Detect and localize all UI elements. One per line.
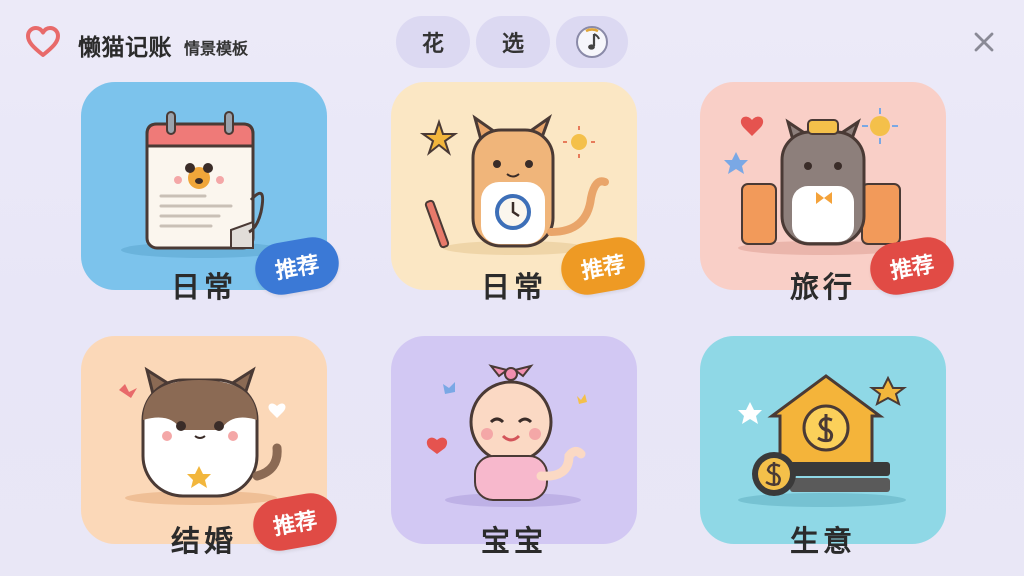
card-label: 日常 [480,270,547,304]
card-label: 结婚 [170,524,237,558]
select-button-label: 选 [501,32,524,57]
card-label: 日常 [170,270,237,304]
card-label: 生意 [789,524,856,558]
flower-button-label: 花 [421,32,444,57]
header: 懒猫记账 情景模板 花 选 [0,0,1024,80]
close-icon[interactable] [970,28,998,56]
select-button[interactable]: 选 [476,16,550,68]
money-house-illustration-icon [738,374,907,507]
music-note-icon [576,26,608,58]
template-card-daily-2[interactable]: 推荐 日常 [391,82,649,304]
template-card-business[interactable]: 生意 [700,336,946,558]
music-button[interactable] [556,16,628,68]
card-label: 旅行 [789,270,856,304]
template-card-travel[interactable]: 推荐 旅行 [700,82,958,304]
heart-logo-icon [26,26,60,57]
template-card-daily-1[interactable]: 推荐 日常 [81,82,343,304]
template-card-wedding[interactable]: 推荐 结婚 [81,336,341,558]
baby-illustration-icon [426,364,587,507]
card-label: 宝宝 [480,524,547,558]
app-title: 懒猫记账 [78,35,172,61]
app-subtitle: 情景模板 [184,39,249,58]
flower-button[interactable]: 花 [396,16,470,68]
template-card-baby[interactable]: 宝宝 [391,336,637,558]
